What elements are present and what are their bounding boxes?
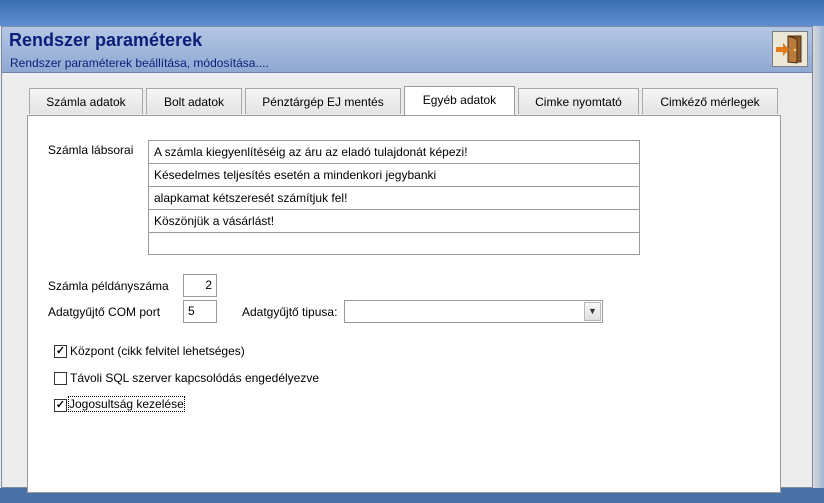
footer-line-2[interactable]: Késedelmes teljesítés esetén a mindenkor…: [149, 164, 639, 187]
page-subtitle: Rendszer paraméterek beállítása, módosít…: [10, 56, 269, 70]
permissions-checkbox-label: Jogosultság kezelése: [68, 396, 185, 412]
tab-egyeb-adatok[interactable]: Egyéb adatok: [404, 86, 515, 115]
footer-lines-editor: A számla kiegyenlítéséig az áru az eladó…: [148, 140, 640, 255]
footer-lines-label: Számla lábsorai: [48, 143, 134, 157]
invoice-copies-label: Számla példányszáma: [48, 279, 169, 293]
permissions-checkbox[interactable]: ✓: [54, 399, 67, 412]
page-title: Rendszer paraméterek: [9, 30, 203, 50]
remote-sql-checkbox[interactable]: [54, 372, 67, 385]
footer-line-5[interactable]: [149, 233, 639, 256]
footer-line-4[interactable]: Köszönjük a vásárlást!: [149, 210, 639, 233]
tab-penztargep-ej-mentes[interactable]: Pénztárgép EJ mentés: [245, 88, 401, 114]
footer-line-1[interactable]: A számla kiegyenlítéséig az áru az eladó…: [149, 141, 639, 164]
tab-panel-egyeb-adatok: Számla lábsorai A számla kiegyenlítéséig…: [27, 115, 781, 493]
exit-door-icon: [776, 35, 802, 64]
central-checkbox-label: Központ (cikk felvitel lehetséges): [70, 344, 245, 358]
settings-window: Rendszer paraméterek Rendszer paramétere…: [1, 26, 813, 493]
tab-bolt-adatok[interactable]: Bolt adatok: [146, 88, 242, 114]
collector-type-select[interactable]: ▼: [344, 300, 603, 323]
page-header: Rendszer paraméterek Rendszer paramétere…: [2, 27, 812, 73]
tab-cimkezo-merlegek[interactable]: Cimkéző mérlegek: [642, 88, 778, 114]
collector-com-port-label: Adatgyűjtő COM port: [48, 305, 161, 319]
footer-line-3[interactable]: alapkamat kétszeresét számítjuk fel!: [149, 187, 639, 210]
window-top-strip: [0, 0, 824, 26]
chevron-down-icon[interactable]: ▼: [584, 302, 601, 321]
remote-sql-checkbox-label: Távoli SQL szerver kapcsolódás engedélye…: [70, 371, 320, 385]
collector-com-port-input[interactable]: 5: [183, 300, 217, 323]
window-right-edge: [813, 26, 824, 503]
collector-type-label: Adatgyűjtő tipusa:: [242, 305, 338, 319]
invoice-copies-input[interactable]: 2: [183, 274, 217, 297]
tab-cimke-nyomtato[interactable]: Cimke nyomtató: [518, 88, 639, 114]
tab-szamla-adatok[interactable]: Számla adatok: [29, 88, 143, 114]
central-checkbox[interactable]: ✓: [54, 345, 67, 358]
exit-button[interactable]: [772, 31, 808, 67]
